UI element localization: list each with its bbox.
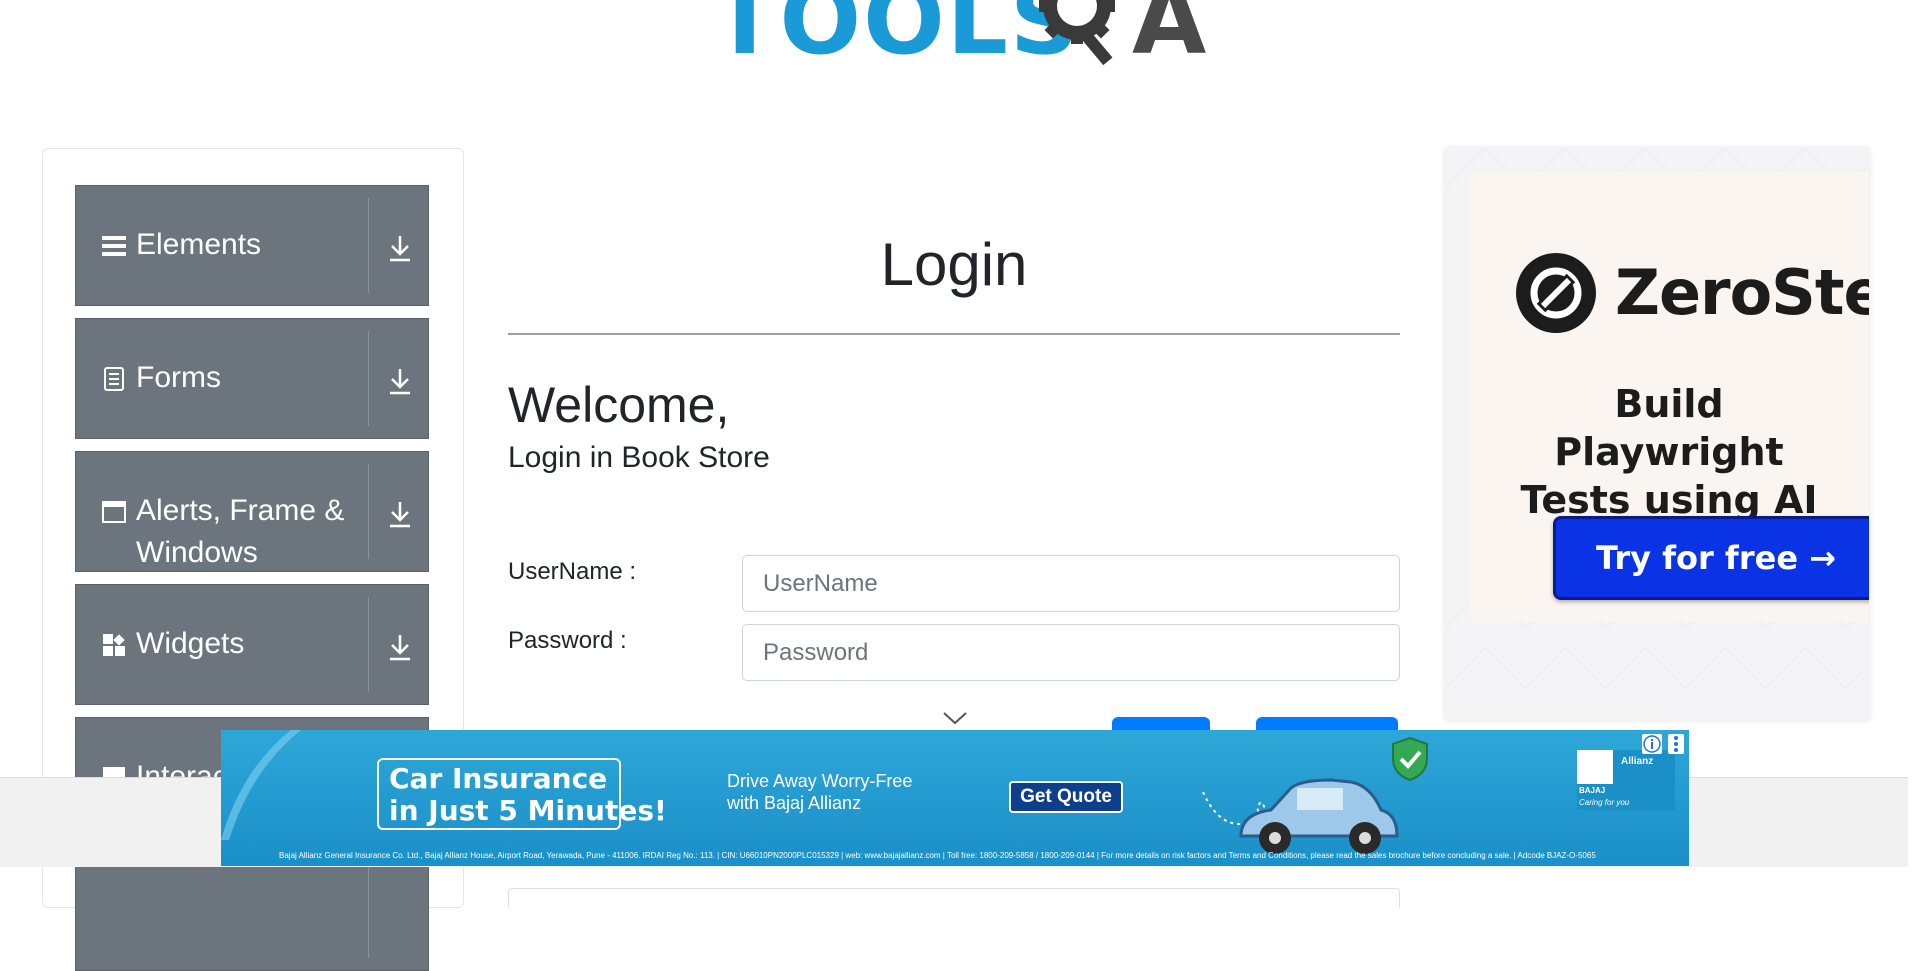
logo-text-2: Allianz — [1621, 756, 1654, 767]
output-box — [508, 888, 1400, 908]
download-arrow-icon[interactable] — [384, 498, 416, 530]
sidebar-group-label: Forms — [136, 361, 221, 394]
page-title: Login — [880, 231, 1028, 298]
sidebar-group-elements[interactable]: Elements — [75, 185, 429, 306]
ad-headline-line-1: Car Insurance — [389, 762, 608, 795]
toolsqa-logo[interactable]: TOOLS A — [712, 0, 1206, 100]
ad-brand: ZeroStep — [1615, 256, 1869, 329]
zerostep-ad[interactable]: ZeroStep Build Playwright Tests using AI… — [1445, 148, 1869, 720]
divider — [368, 198, 369, 293]
welcome-heading: Welcome, — [508, 377, 730, 433]
widgets-icon — [103, 634, 125, 656]
logo-suffix: A — [1132, 0, 1207, 76]
ad-headline-line-2: in Just 5 Minutes! — [389, 794, 667, 827]
sidebar-group-label: Elements — [136, 228, 262, 261]
more-vertical-icon[interactable] — [1668, 734, 1684, 754]
ad-tagline-line-1: Drive Away Worry-Free — [727, 771, 913, 791]
ad-fineprint: Bajaj Allianz General Insurance Co. Ltd.… — [279, 851, 1596, 860]
divider — [508, 333, 1400, 335]
try-for-free-button[interactable]: Try for free → — [1553, 516, 1869, 600]
gear-search-icon — [1039, 0, 1115, 66]
username-label: UserName : — [508, 558, 637, 585]
welcome-subtitle: Login in Book Store — [508, 441, 770, 474]
hamburger-icon — [102, 236, 126, 256]
ad-swoosh-decoration — [221, 730, 301, 840]
chevron-down-icon[interactable] — [942, 710, 968, 726]
zerostep-logo-icon — [1516, 253, 1596, 333]
logo-text-1: BAJAJ — [1579, 786, 1606, 795]
download-arrow-icon[interactable] — [384, 232, 416, 264]
ad-headline: Build Playwright Tests using AI — [1499, 380, 1839, 524]
sidebar-group-alerts[interactable]: Alerts, Frame & Windows — [75, 451, 429, 572]
bajaj-allianz-logo: BAJAJ Allianz Caring for you — [1577, 750, 1675, 810]
sidebar-group-forms[interactable]: Forms — [75, 318, 429, 439]
sidebar-group-widgets[interactable]: Widgets — [75, 584, 429, 705]
window-icon — [102, 501, 126, 523]
get-quote-button[interactable]: Get Quote — [1009, 781, 1123, 813]
divider — [368, 863, 369, 958]
logo-tagline: Caring for you — [1579, 798, 1630, 807]
sidebar-group-next[interactable] — [75, 850, 429, 971]
info-icon[interactable] — [1642, 734, 1662, 754]
car-icon — [1239, 778, 1399, 854]
logo-text: TOOLS — [712, 0, 1082, 76]
username-input[interactable] — [742, 555, 1400, 612]
download-arrow-icon[interactable] — [384, 631, 416, 663]
bajaj-allianz-ad[interactable]: Car Insurance in Just 5 Minutes! Drive A… — [221, 730, 1689, 866]
form-icon — [104, 367, 124, 391]
sidebar-group-label: Widgets — [136, 627, 245, 660]
ad-headline-line-1: Build Playwright — [1554, 382, 1784, 474]
ad-tagline-line-2: with Bajaj Allianz — [727, 793, 862, 813]
divider — [368, 597, 369, 692]
divider — [368, 331, 369, 426]
sidebar-group-label: Alerts, Frame & Windows — [136, 494, 345, 569]
shield-check-icon — [1392, 736, 1428, 782]
divider — [368, 464, 369, 559]
password-input[interactable] — [742, 624, 1400, 681]
ad-card: ZeroStep Build Playwright Tests using AI… — [1469, 172, 1869, 622]
download-arrow-icon[interactable] — [384, 365, 416, 397]
password-label: Password : — [508, 627, 627, 654]
